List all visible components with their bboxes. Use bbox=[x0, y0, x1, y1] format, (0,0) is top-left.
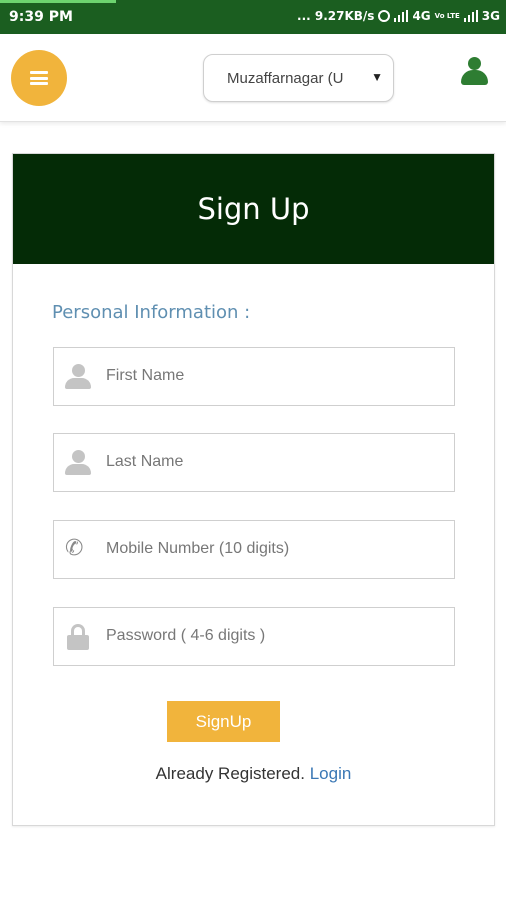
phone-icon: ✆ bbox=[65, 536, 84, 561]
login-prompt-text: Already Registered. bbox=[155, 764, 305, 783]
login-prompt: Already Registered. Login bbox=[13, 764, 494, 784]
signal-icon bbox=[394, 10, 409, 22]
status-indicators: ... 9.27KB/s 4G Vo LTE 3G bbox=[297, 9, 500, 23]
signup-button[interactable]: SignUp bbox=[167, 701, 280, 742]
status-progress-bar bbox=[0, 0, 116, 3]
alarm-icon bbox=[378, 10, 391, 22]
last-name-field[interactable]: Last Name bbox=[53, 433, 455, 492]
form-title: Sign Up bbox=[13, 154, 494, 264]
last-name-placeholder: Last Name bbox=[106, 453, 184, 470]
password-field[interactable]: Password ( 4-6 digits ) bbox=[53, 607, 455, 666]
password-placeholder: Password ( 4-6 digits ) bbox=[106, 627, 266, 644]
user-icon[interactable] bbox=[461, 57, 488, 85]
city-selected-value: Muzaffarnagar (U bbox=[227, 69, 344, 87]
network-type-1: 4G bbox=[412, 9, 431, 23]
section-label: Personal Information : bbox=[52, 302, 251, 323]
person-icon bbox=[65, 362, 91, 390]
network-speed: ... 9.27KB/s bbox=[297, 9, 375, 23]
volte-icon: Vo LTE bbox=[434, 11, 460, 20]
signal-icon bbox=[463, 10, 478, 22]
mobile-number-field[interactable]: ✆ Mobile Number (10 digits) bbox=[53, 520, 455, 579]
hamburger-icon bbox=[30, 71, 48, 85]
signup-card: Sign Up Personal Information : First Nam… bbox=[12, 153, 495, 826]
city-dropdown[interactable]: Muzaffarnagar (U ▼ bbox=[203, 54, 394, 102]
person-icon bbox=[65, 448, 91, 476]
login-link[interactable]: Login bbox=[310, 764, 352, 783]
dropdown-arrow-icon: ▼ bbox=[371, 70, 383, 84]
mobile-number-placeholder: Mobile Number (10 digits) bbox=[106, 540, 290, 557]
menu-button[interactable] bbox=[11, 50, 67, 106]
first-name-placeholder: First Name bbox=[106, 367, 185, 384]
app-header: Muzaffarnagar (U ▼ bbox=[0, 34, 506, 122]
status-bar: 9:39 PM ... 9.27KB/s 4G Vo LTE 3G bbox=[0, 0, 506, 34]
first-name-field[interactable]: First Name bbox=[53, 347, 455, 406]
network-type-2: 3G bbox=[481, 9, 500, 23]
status-time: 9:39 PM bbox=[9, 9, 73, 25]
lock-icon bbox=[65, 622, 91, 650]
